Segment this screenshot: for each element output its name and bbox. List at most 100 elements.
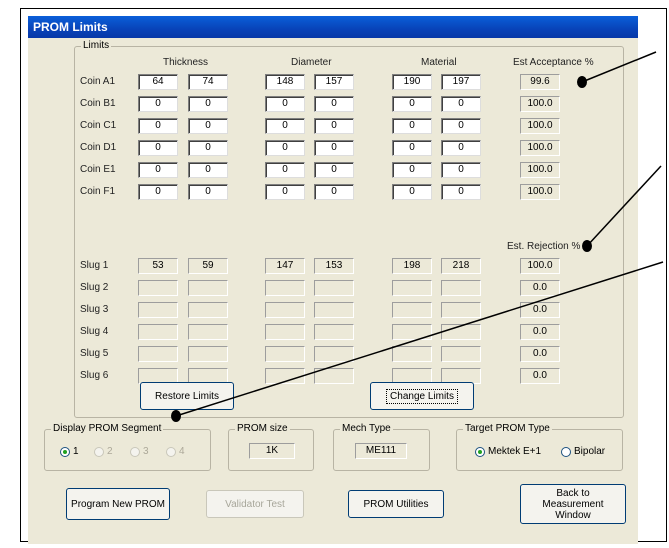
diameter-header: Diameter <box>291 57 332 68</box>
coin-label: Coin D1 <box>80 142 117 153</box>
coin-diameter-max-field[interactable]: 0 <box>314 140 354 156</box>
coin-acceptance-value: 100.0 <box>520 184 560 200</box>
thickness-header: Thickness <box>163 57 209 68</box>
slug-label: Slug 4 <box>80 326 109 337</box>
coin-diameter-min-field[interactable]: 0 <box>265 118 305 134</box>
coin-diameter-max-field[interactable]: 0 <box>314 118 354 134</box>
coin-thickness-min-field[interactable]: 64 <box>138 74 178 90</box>
coin-material-min-field[interactable]: 190 <box>392 74 432 90</box>
coin-thickness-min-field[interactable]: 0 <box>138 184 178 200</box>
segment-radio-2-label: 2 <box>107 446 113 457</box>
segment-radio-4[interactable]: 4 <box>166 446 185 457</box>
slug-label: Slug 5 <box>80 348 109 359</box>
coin-thickness-max-field[interactable]: 0 <box>188 184 228 200</box>
coin-acceptance-value: 100.0 <box>520 140 560 156</box>
radio-icon <box>94 446 104 457</box>
slug-thickness-max-field <box>188 324 228 340</box>
coin-thickness-max-field[interactable]: 0 <box>188 162 228 178</box>
coin-material-min-field[interactable]: 0 <box>392 96 432 112</box>
coin-acceptance-value: 100.0 <box>520 118 560 134</box>
target-radio-mektek[interactable]: Mektek E+1 <box>475 446 541 457</box>
slug-diameter-max-field <box>314 368 354 384</box>
validator-test-label: Validator Test <box>225 498 285 510</box>
coin-label: Coin A1 <box>80 76 116 87</box>
coin-diameter-max-field[interactable]: 157 <box>314 74 354 90</box>
prom-limits-window: PROM Limits Limits Thickness Diameter Ma… <box>28 16 638 544</box>
prom-utilities-button[interactable]: PROM Utilities <box>348 490 444 518</box>
coin-diameter-min-field[interactable]: 0 <box>265 184 305 200</box>
segment-radio-1-label: 1 <box>73 446 79 457</box>
coin-diameter-min-field[interactable]: 0 <box>265 140 305 156</box>
coin-material-min-field[interactable]: 0 <box>392 184 432 200</box>
slug-diameter-min-field <box>265 324 305 340</box>
coin-thickness-max-field[interactable]: 0 <box>188 118 228 134</box>
validator-test-button[interactable]: Validator Test <box>206 490 304 518</box>
coin-thickness-max-field[interactable]: 0 <box>188 140 228 156</box>
slug-rejection-value: 0.0 <box>520 368 560 384</box>
target-radio-bipolar-label: Bipolar <box>574 446 606 457</box>
coin-label: Coin C1 <box>80 120 117 131</box>
coin-material-max-field[interactable]: 0 <box>441 184 481 200</box>
slug-diameter-max-field <box>314 280 354 296</box>
slug-material-max-field <box>441 346 481 362</box>
coin-acceptance-value: 100.0 <box>520 96 560 112</box>
slug-rejection-value: 0.0 <box>520 346 560 362</box>
coin-material-max-field[interactable]: 197 <box>441 74 481 90</box>
display-prom-segment-title: Display PROM Segment <box>51 423 164 435</box>
coin-material-max-field[interactable]: 0 <box>441 140 481 156</box>
slug-label: Slug 3 <box>80 304 109 315</box>
coin-diameter-max-field[interactable]: 0 <box>314 184 354 200</box>
coin-diameter-max-field[interactable]: 0 <box>314 96 354 112</box>
prom-size-value: 1K <box>249 443 295 459</box>
slug-thickness-min-field: 53 <box>138 258 178 274</box>
program-new-prom-label: Program New PROM <box>71 498 165 510</box>
coin-diameter-min-field[interactable]: 148 <box>265 74 305 90</box>
coin-thickness-min-field[interactable]: 0 <box>138 162 178 178</box>
coin-diameter-min-field[interactable]: 0 <box>265 162 305 178</box>
window-title: PROM Limits <box>28 16 638 38</box>
segment-radio-1[interactable]: 1 <box>60 446 79 457</box>
slug-thickness-max-field <box>188 346 228 362</box>
slug-material-max-field <box>441 302 481 318</box>
restore-limits-label: Restore Limits <box>155 390 219 402</box>
back-to-measurement-window-button[interactable]: Back to Measurement Window <box>520 484 626 524</box>
coin-thickness-max-field[interactable]: 0 <box>188 96 228 112</box>
coin-material-max-field[interactable]: 0 <box>441 96 481 112</box>
radio-icon <box>561 446 571 457</box>
slug-material-min-field <box>392 324 432 340</box>
slug-diameter-max-field: 153 <box>314 258 354 274</box>
limits-group-title: Limits <box>81 40 112 52</box>
coin-diameter-max-field[interactable]: 0 <box>314 162 354 178</box>
coin-thickness-min-field[interactable]: 0 <box>138 118 178 134</box>
target-prom-type-title: Target PROM Type <box>463 423 552 435</box>
coin-thickness-max-field[interactable]: 74 <box>188 74 228 90</box>
slug-material-min-field <box>392 280 432 296</box>
coin-thickness-min-field[interactable]: 0 <box>138 140 178 156</box>
est-rejection-header: Est. Rejection % <box>507 241 581 252</box>
coin-material-min-field[interactable]: 0 <box>392 118 432 134</box>
slug-thickness-min-field <box>138 346 178 362</box>
radio-selected-icon <box>60 446 70 457</box>
segment-radio-2[interactable]: 2 <box>94 446 113 457</box>
slug-diameter-min-field: 147 <box>265 258 305 274</box>
slug-material-max-field <box>441 280 481 296</box>
coin-material-max-field[interactable]: 0 <box>441 162 481 178</box>
slug-rejection-value: 0.0 <box>520 324 560 340</box>
coin-label: Coin F1 <box>80 186 116 197</box>
restore-limits-button[interactable]: Restore Limits <box>140 382 234 410</box>
slug-thickness-max-field <box>188 280 228 296</box>
coin-material-min-field[interactable]: 0 <box>392 162 432 178</box>
program-new-prom-button[interactable]: Program New PROM <box>66 488 170 520</box>
target-radio-bipolar[interactable]: Bipolar <box>561 446 605 457</box>
slug-thickness-min-field <box>138 324 178 340</box>
material-header: Material <box>421 57 457 68</box>
coin-diameter-min-field[interactable]: 0 <box>265 96 305 112</box>
segment-radio-3[interactable]: 3 <box>130 446 149 457</box>
coin-thickness-min-field[interactable]: 0 <box>138 96 178 112</box>
slug-label: Slug 1 <box>80 260 109 271</box>
coin-material-max-field[interactable]: 0 <box>441 118 481 134</box>
coin-material-min-field[interactable]: 0 <box>392 140 432 156</box>
slug-material-max-field <box>441 324 481 340</box>
slug-diameter-min-field <box>265 346 305 362</box>
change-limits-button[interactable]: Change Limits <box>370 382 474 410</box>
